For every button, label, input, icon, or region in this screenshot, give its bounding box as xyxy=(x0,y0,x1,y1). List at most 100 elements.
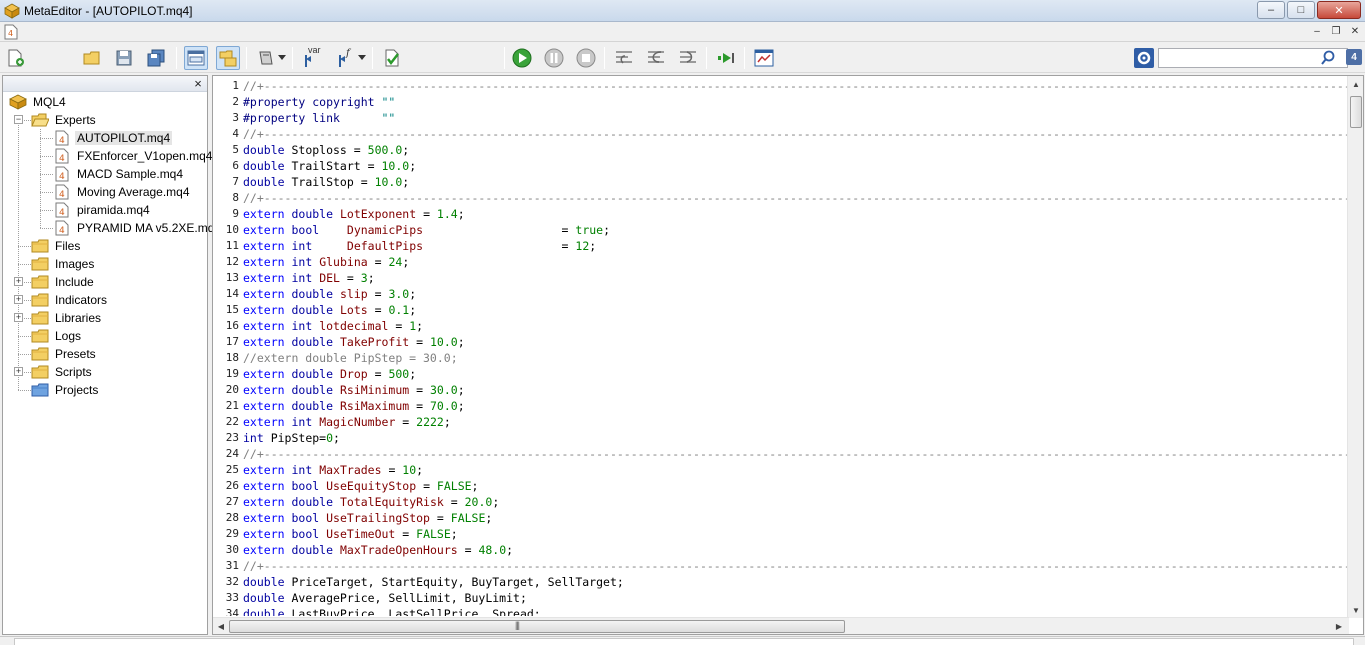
code-line[interactable]: 29 extern bool UseTimeOut = FALSE; xyxy=(213,526,1349,542)
go-to-button[interactable] xyxy=(714,46,738,70)
code-line[interactable]: 8 //+------------------------------------… xyxy=(213,190,1349,206)
tree-item[interactable]: 4 PYRAMID MA v5.2XE.mq xyxy=(53,219,216,237)
code-line[interactable]: 3 #property link "" xyxy=(213,110,1349,126)
vertical-scrollbar[interactable]: ▲ ▼ xyxy=(1347,76,1363,618)
step-out-button[interactable] xyxy=(676,46,700,70)
code-line[interactable]: 13 extern int DEL = 3; xyxy=(213,270,1349,286)
search-icon[interactable] xyxy=(1320,50,1336,66)
compile-button[interactable] xyxy=(380,46,404,70)
code-line[interactable]: 23 int PipStep=0; xyxy=(213,430,1349,446)
mq4-document-icon[interactable]: 4 xyxy=(4,24,18,40)
expand-icon[interactable]: + xyxy=(14,313,23,322)
insert-variable-button[interactable]: var xyxy=(300,45,324,70)
search-results-badge[interactable]: 4 xyxy=(1346,49,1362,65)
code-line[interactable]: 14 extern double slip = 3.0; xyxy=(213,286,1349,302)
code-line[interactable]: 15 extern double Lots = 0.1; xyxy=(213,302,1349,318)
code-line[interactable]: 5 double Stoploss = 500.0; xyxy=(213,142,1349,158)
function-dropdown[interactable] xyxy=(356,46,368,70)
gear-icon[interactable] xyxy=(1134,48,1154,68)
code-token: = xyxy=(423,223,576,237)
code-token: bool xyxy=(291,223,320,237)
code-line[interactable]: 1 //+------------------------------------… xyxy=(213,78,1349,94)
code-line[interactable]: 19 extern double Drop = 500; xyxy=(213,366,1349,382)
document-minimize-button[interactable]: – xyxy=(1309,24,1325,39)
tree-item[interactable]: MQL4 xyxy=(9,93,68,111)
step-over-button[interactable] xyxy=(644,46,668,70)
insert-function-button[interactable]: f xyxy=(334,46,358,70)
code-line[interactable]: 4 //+------------------------------------… xyxy=(213,126,1349,142)
code-line[interactable]: 30 extern double MaxTradeOpenHours = 48.0… xyxy=(213,542,1349,558)
code-line[interactable]: 20 extern double RsiMinimum = 30.0; xyxy=(213,382,1349,398)
code-line[interactable]: 9 extern double LotExponent = 1.4; xyxy=(213,206,1349,222)
code-line[interactable]: 16 extern int lotdecimal = 1; xyxy=(213,318,1349,334)
tree-item[interactable]: 4 piramida.mq4 xyxy=(53,201,152,219)
code-line[interactable]: 21 extern double RsiMaximum = 70.0; xyxy=(213,398,1349,414)
code-line[interactable]: 22 extern int MagicNumber = 2222; xyxy=(213,414,1349,430)
tree-item[interactable]: Projects xyxy=(31,381,100,399)
toolbox-toggle-button[interactable] xyxy=(216,46,240,70)
code-area[interactable]: 1 //+------------------------------------… xyxy=(213,78,1349,616)
horizontal-scroll-thumb[interactable] xyxy=(229,620,845,633)
code-line[interactable]: 2 #property copyright "" xyxy=(213,94,1349,110)
open-button[interactable] xyxy=(80,46,104,70)
code-line[interactable]: 28 extern bool UseTrailingStop = FALSE; xyxy=(213,510,1349,526)
window-maximize-button[interactable]: □ xyxy=(1287,1,1315,19)
code-line[interactable]: 18 //extern double PipStep = 30.0; xyxy=(213,350,1349,366)
stop-debug-button[interactable] xyxy=(574,46,598,70)
tree-item[interactable]: 4 AUTOPILOT.mq4 xyxy=(53,129,173,147)
code-line[interactable]: 10 extern bool DynamicPips = true; xyxy=(213,222,1349,238)
save-button[interactable] xyxy=(112,46,136,70)
tree-item[interactable]: Logs xyxy=(31,327,83,345)
code-line[interactable]: 31 //+-----------------------------------… xyxy=(213,558,1349,574)
tree-item[interactable]: 4 FXEnforcer_V1open.mq4 xyxy=(53,147,214,165)
new-file-button[interactable] xyxy=(4,46,28,70)
scroll-left-icon[interactable]: ◀ xyxy=(213,618,229,634)
tree-item[interactable]: 4 MACD Sample.mq4 xyxy=(53,165,185,183)
window-close-button[interactable]: ✕ xyxy=(1317,1,1361,19)
code-line[interactable]: 25 extern int MaxTrades = 10; xyxy=(213,462,1349,478)
tree-item[interactable]: 4 Moving Average.mq4 xyxy=(53,183,192,201)
tree-item[interactable]: Indicators xyxy=(31,291,109,309)
expand-icon[interactable]: + xyxy=(14,367,23,376)
start-debug-button[interactable] xyxy=(510,46,534,70)
tree-item[interactable]: Images xyxy=(31,255,96,273)
code-line[interactable]: 34 double LastBuyPrice, LastSellPrice, Sp… xyxy=(213,606,1349,616)
code-line[interactable]: 11 extern int DefaultPips = 12; xyxy=(213,238,1349,254)
code-line[interactable]: 6 double TrailStart = 10.0; xyxy=(213,158,1349,174)
navigator-close-button[interactable]: × xyxy=(192,76,204,91)
code-line[interactable]: 27 extern double TotalEquityRisk = 20.0; xyxy=(213,494,1349,510)
save-all-button[interactable] xyxy=(144,46,168,70)
vertical-scroll-thumb[interactable] xyxy=(1350,96,1362,128)
tree-item[interactable]: Files xyxy=(31,237,82,255)
tree-item[interactable]: Include xyxy=(31,273,96,291)
expand-icon[interactable]: + xyxy=(14,277,23,286)
scroll-right-icon[interactable]: ▶ xyxy=(1331,618,1347,634)
document-restore-button[interactable]: ❐ xyxy=(1328,24,1344,39)
tree-item[interactable]: Scripts xyxy=(31,363,94,381)
code-editor[interactable]: 1 //+------------------------------------… xyxy=(212,75,1364,635)
code-line[interactable]: 17 extern double TakeProfit = 10.0; xyxy=(213,334,1349,350)
document-close-button[interactable]: ✕ xyxy=(1347,24,1363,39)
tree-item[interactable]: Presets xyxy=(31,345,98,363)
horizontal-scrollbar[interactable]: ◀ ||| ▶ xyxy=(213,617,1349,634)
window-minimize-button[interactable]: – xyxy=(1257,1,1285,19)
code-line[interactable]: 26 extern bool UseEquityStop = FALSE; xyxy=(213,478,1349,494)
code-line[interactable]: 33 double AveragePrice, SellLimit, BuyLim… xyxy=(213,590,1349,606)
scroll-down-icon[interactable]: ▼ xyxy=(1348,602,1363,618)
pause-debug-button[interactable] xyxy=(542,46,566,70)
tree-item[interactable]: Experts xyxy=(31,111,98,129)
collapse-icon[interactable]: − xyxy=(14,115,23,124)
styler-button[interactable] xyxy=(254,46,278,70)
tree-item[interactable]: Libraries xyxy=(31,309,103,327)
tree-item-label: Scripts xyxy=(55,365,92,379)
step-into-button[interactable] xyxy=(612,46,636,70)
code-line[interactable]: 7 double TrailStop = 10.0; xyxy=(213,174,1349,190)
code-line[interactable]: 24 //+-----------------------------------… xyxy=(213,446,1349,462)
code-line[interactable]: 12 extern int Glubina = 24; xyxy=(213,254,1349,270)
styler-dropdown[interactable] xyxy=(276,46,288,70)
code-line[interactable]: 32 double PriceTarget, StartEquity, BuyTa… xyxy=(213,574,1349,590)
navigator-toggle-button[interactable] xyxy=(184,46,208,70)
scroll-up-icon[interactable]: ▲ xyxy=(1348,76,1363,92)
metatrader-terminal-button[interactable] xyxy=(752,46,776,70)
expand-icon[interactable]: + xyxy=(14,295,23,304)
